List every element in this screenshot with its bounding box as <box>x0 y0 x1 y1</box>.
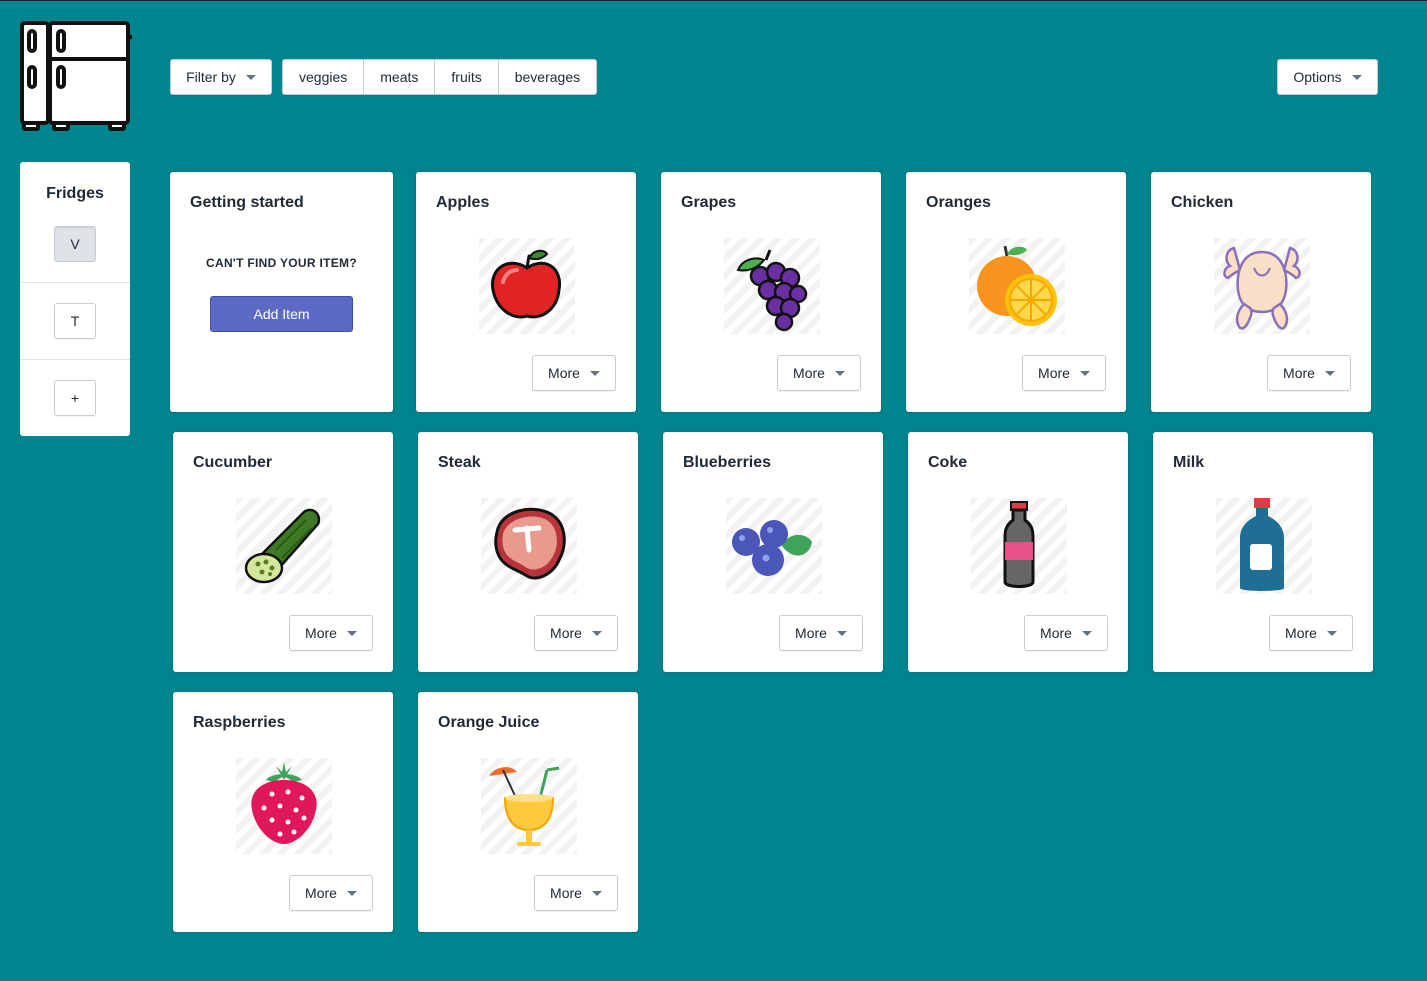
more-button[interactable]: More <box>777 355 861 391</box>
chevron-down-icon <box>245 74 256 80</box>
item-card-cucumber: Cucumber More <box>173 432 393 672</box>
item-card-oranges: Oranges More <box>906 172 1126 412</box>
filter-veggies-button[interactable]: veggies <box>282 59 365 95</box>
item-card-coke: Coke More <box>908 432 1128 672</box>
chevron-down-icon <box>1081 630 1092 636</box>
sidebar-title: Fridges <box>46 185 104 202</box>
more-button[interactable]: More <box>532 355 616 391</box>
orange-juice-icon <box>481 758 577 854</box>
raspberry-icon <box>236 758 332 854</box>
more-button[interactable]: More <box>289 875 373 911</box>
milk-bottle-icon <box>1216 498 1312 594</box>
more-button[interactable]: More <box>1024 615 1108 651</box>
item-card-chicken: Chicken More <box>1151 172 1371 412</box>
more-button[interactable]: More <box>534 875 618 911</box>
card-title: Getting started <box>190 194 304 211</box>
more-button[interactable]: More <box>779 615 863 651</box>
card-title: Cucumber <box>193 454 273 471</box>
filter-by-label: Filter by <box>186 69 236 85</box>
more-button[interactable]: More <box>1267 355 1351 391</box>
filter-beverages-button[interactable]: beverages <box>497 59 598 95</box>
card-title: Chicken <box>1171 194 1234 211</box>
more-label: More <box>1040 625 1072 641</box>
card-title: Coke <box>928 454 968 471</box>
card-title: Grapes <box>681 194 737 211</box>
filter-by-dropdown[interactable]: Filter by <box>170 59 272 95</box>
cant-find-item-text: CAN'T FIND YOUR ITEM? <box>206 256 357 270</box>
more-label: More <box>1285 625 1317 641</box>
more-label: More <box>795 625 827 641</box>
options-dropdown[interactable]: Options <box>1277 59 1378 95</box>
fridge-section-add: + <box>20 359 130 436</box>
card-title: Steak <box>438 454 481 471</box>
more-label: More <box>1038 365 1070 381</box>
grapes-icon <box>724 238 820 334</box>
blueberries-icon <box>726 498 822 594</box>
more-label: More <box>548 365 580 381</box>
fridge-logo-icon <box>18 19 132 133</box>
card-title: Orange Juice <box>438 714 540 731</box>
more-label: More <box>1283 365 1315 381</box>
card-title: Oranges <box>926 194 991 211</box>
category-filter-group: veggies meats fruits beverages <box>282 59 598 95</box>
chevron-down-icon <box>1324 370 1335 376</box>
item-card-steak: Steak More <box>418 432 638 672</box>
more-label: More <box>550 885 582 901</box>
chevron-down-icon <box>1079 370 1090 376</box>
fridge-t-button[interactable]: T <box>54 303 96 339</box>
coke-bottle-icon <box>971 498 1067 594</box>
more-button[interactable]: More <box>1269 615 1353 651</box>
chevron-down-icon <box>346 890 357 896</box>
orange-icon <box>969 238 1065 334</box>
chevron-down-icon <box>591 890 602 896</box>
more-label: More <box>305 885 337 901</box>
more-button[interactable]: More <box>534 615 618 651</box>
more-label: More <box>793 365 825 381</box>
chevron-down-icon <box>591 630 602 636</box>
chevron-down-icon <box>346 630 357 636</box>
more-label: More <box>550 625 582 641</box>
card-title: Apples <box>436 194 490 211</box>
item-card-apples: Apples More <box>416 172 636 412</box>
item-card-grapes: Grapes More <box>661 172 881 412</box>
chicken-icon <box>1214 238 1310 334</box>
filter-fruits-button[interactable]: fruits <box>434 59 499 95</box>
card-title: Milk <box>1173 454 1205 471</box>
more-button[interactable]: More <box>289 615 373 651</box>
add-fridge-button[interactable]: + <box>54 380 96 416</box>
card-title: Blueberries <box>683 454 772 471</box>
options-label: Options <box>1293 69 1342 85</box>
card-title: Raspberries <box>193 714 286 731</box>
item-card-orange-juice: Orange Juice More <box>418 692 638 932</box>
item-card-raspberries: Raspberries More <box>173 692 393 932</box>
chevron-down-icon <box>836 630 847 636</box>
chevron-down-icon <box>589 370 600 376</box>
item-card-milk: Milk More <box>1153 432 1373 672</box>
getting-started-card: Getting started CAN'T FIND YOUR ITEM? Ad… <box>170 172 393 412</box>
more-label: More <box>305 625 337 641</box>
cucumber-icon <box>236 498 332 594</box>
apple-icon <box>479 238 575 334</box>
fridge-v-button[interactable]: V <box>54 225 96 262</box>
steak-icon <box>481 498 577 594</box>
fridges-sidebar: Fridges V T + <box>20 162 130 436</box>
fridge-section-v: V <box>20 205 130 282</box>
more-button[interactable]: More <box>1022 355 1106 391</box>
item-card-blueberries: Blueberries More <box>663 432 883 672</box>
chevron-down-icon <box>1326 630 1337 636</box>
chevron-down-icon <box>1351 74 1362 80</box>
chevron-down-icon <box>834 370 845 376</box>
filter-meats-button[interactable]: meats <box>363 59 436 95</box>
fridge-section-t: T <box>20 282 130 359</box>
add-item-button[interactable]: Add Item <box>210 296 353 332</box>
